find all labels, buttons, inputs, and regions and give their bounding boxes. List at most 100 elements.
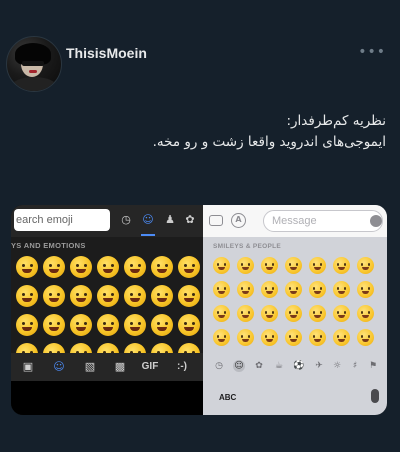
emoji[interactable] xyxy=(212,257,230,274)
message-input[interactable]: Message xyxy=(263,210,383,232)
emoji[interactable] xyxy=(236,257,254,274)
emoji[interactable] xyxy=(332,281,350,298)
emoji[interactable] xyxy=(15,314,38,336)
animals-icon[interactable]: ✿ xyxy=(253,360,265,372)
emoji[interactable] xyxy=(332,305,350,322)
emoji[interactable] xyxy=(69,285,92,307)
emoji-row xyxy=(209,302,387,326)
activity-icon[interactable]: ⚽ xyxy=(293,360,305,372)
avatar-glasses xyxy=(22,61,44,66)
android-emoji-grid xyxy=(13,253,203,369)
ios-emoji-grid xyxy=(209,254,387,350)
sticker-pack-icon[interactable]: ▩ xyxy=(113,359,127,375)
emoji-tab-icon[interactable]: ☺ xyxy=(51,359,67,375)
emoji[interactable] xyxy=(308,305,326,322)
emoji[interactable] xyxy=(69,256,92,278)
clock-icon[interactable]: ◷ xyxy=(119,213,133,227)
emoji[interactable] xyxy=(150,285,173,307)
emoji[interactable] xyxy=(96,256,119,278)
emoji[interactable] xyxy=(308,329,326,346)
emoji[interactable] xyxy=(177,285,200,307)
ios-top-bar: A Message xyxy=(203,205,387,237)
emoji[interactable] xyxy=(332,329,350,346)
bitmoji-icon[interactable]: ▧ xyxy=(83,359,97,375)
emoji-row xyxy=(13,282,203,311)
emoji[interactable] xyxy=(284,329,302,346)
avatar-lips xyxy=(29,70,37,73)
person-icon[interactable]: ♟ xyxy=(163,213,177,227)
emoji[interactable] xyxy=(260,329,278,346)
emoji[interactable] xyxy=(150,314,173,336)
emoji[interactable] xyxy=(284,281,302,298)
emoji[interactable] xyxy=(177,256,200,278)
username[interactable]: ThisisMoein xyxy=(66,45,147,61)
emoji[interactable] xyxy=(284,305,302,322)
emoji[interactable] xyxy=(212,305,230,322)
app-store-icon[interactable]: A xyxy=(231,213,246,228)
emoji[interactable] xyxy=(356,329,374,346)
mic-icon[interactable] xyxy=(370,215,382,227)
emoji[interactable] xyxy=(212,329,230,346)
smileys-tab-icon[interactable]: ☺ xyxy=(233,360,245,372)
emoji[interactable] xyxy=(356,305,374,322)
pet-icon[interactable]: ✿ xyxy=(183,213,197,227)
android-nav-area xyxy=(11,381,203,415)
smiley-icon[interactable]: ☺ xyxy=(141,213,155,227)
emoji[interactable] xyxy=(42,256,65,278)
android-category-label: YS AND EMOTIONS xyxy=(11,241,86,250)
emoji[interactable] xyxy=(150,256,173,278)
emoji-row xyxy=(209,278,387,302)
recent-icon[interactable]: ◷ xyxy=(213,360,225,372)
emoji[interactable] xyxy=(15,256,38,278)
emoji-row xyxy=(13,311,203,340)
ios-category-label: SMILEYS & PEOPLE xyxy=(213,243,282,250)
emoji[interactable] xyxy=(123,256,146,278)
emoji[interactable] xyxy=(356,281,374,298)
emoji[interactable] xyxy=(260,305,278,322)
emoji[interactable] xyxy=(177,314,200,336)
emoji[interactable] xyxy=(236,305,254,322)
emoji[interactable] xyxy=(308,281,326,298)
tweet-line-1: نظریه کم‌طرفدار: xyxy=(286,113,386,129)
emoji[interactable] xyxy=(123,285,146,307)
emoji[interactable] xyxy=(15,285,38,307)
camera-icon[interactable] xyxy=(209,215,223,226)
emoji[interactable] xyxy=(284,257,302,274)
tweet-media[interactable]: earch emoji ◷ ☺ ♟ ✿ YS AND EMOTIONS ▣ ☺ xyxy=(11,205,387,415)
emoji[interactable] xyxy=(236,281,254,298)
emoji[interactable] xyxy=(212,281,230,298)
food-icon[interactable]: ☕ xyxy=(273,360,285,372)
emoji[interactable] xyxy=(42,314,65,336)
emoji[interactable] xyxy=(236,329,254,346)
emoji-row xyxy=(13,253,203,282)
flags-icon[interactable]: ⚑ xyxy=(367,360,379,372)
tweet-text: نظریه کم‌طرفدار: ایموجی‌های اندروید واقع… xyxy=(26,111,386,153)
objects-icon[interactable]: ☼ xyxy=(331,360,343,372)
emoji[interactable] xyxy=(332,257,350,274)
travel-icon[interactable]: ✈ xyxy=(313,360,325,372)
emoji[interactable] xyxy=(356,257,374,274)
gif-button[interactable]: GIF xyxy=(139,359,161,375)
emoticon-button[interactable]: :-) xyxy=(171,359,193,375)
emoji[interactable] xyxy=(260,281,278,298)
emoji-row xyxy=(209,326,387,350)
dictation-mic-icon[interactable] xyxy=(371,389,379,403)
sticker-icon[interactable]: ▣ xyxy=(21,359,35,375)
emoji[interactable] xyxy=(308,257,326,274)
tweet-line-2: ایموجی‌های اندروید واقعا زشت و رو مخه. xyxy=(152,134,386,150)
active-tab-indicator xyxy=(141,234,155,236)
emoji[interactable] xyxy=(96,314,119,336)
emoji[interactable] xyxy=(69,314,92,336)
emoji-row xyxy=(209,254,387,278)
android-bottom-bar: ▣ ☺ ▧ ▩ GIF :-) xyxy=(11,353,203,381)
emoji[interactable] xyxy=(42,285,65,307)
symbols-icon[interactable]: ♯ xyxy=(349,360,361,372)
abc-button[interactable]: ABC xyxy=(219,393,236,402)
emoji[interactable] xyxy=(96,285,119,307)
android-search-input[interactable]: earch emoji xyxy=(14,209,110,231)
avatar[interactable] xyxy=(6,36,62,92)
android-top-bar: earch emoji ◷ ☺ ♟ ✿ xyxy=(11,205,203,237)
more-options-icon[interactable]: ••• xyxy=(358,44,386,60)
emoji[interactable] xyxy=(260,257,278,274)
emoji[interactable] xyxy=(123,314,146,336)
